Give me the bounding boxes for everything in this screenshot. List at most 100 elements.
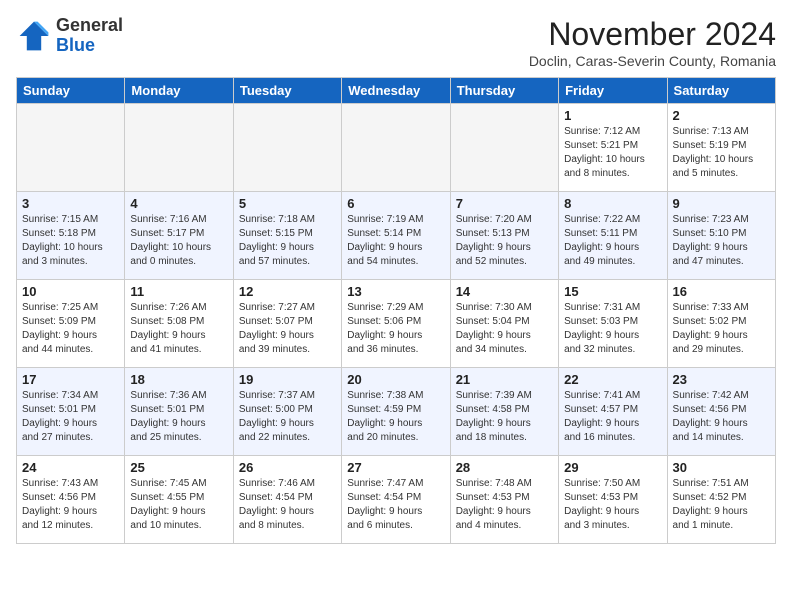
day-number: 6: [347, 196, 444, 211]
day-number: 20: [347, 372, 444, 387]
day-info: Sunrise: 7:39 AM Sunset: 4:58 PM Dayligh…: [456, 389, 553, 445]
calendar-table: SundayMondayTuesdayWednesdayThursdayFrid…: [16, 77, 776, 544]
calendar-day-cell: 29Sunrise: 7:50 AM Sunset: 4:53 PM Dayli…: [559, 456, 667, 544]
page-header: General Blue November 2024 Doclin, Caras…: [16, 16, 776, 69]
day-info: Sunrise: 7:22 AM Sunset: 5:11 PM Dayligh…: [564, 213, 661, 269]
calendar-day-cell: 24 Sunrise: 7:43 AM Sunset: 4:56 PM Dayli…: [17, 456, 125, 544]
day-info: Sunrise: 7:36 AM Sunset: 5:01 PM Dayligh…: [130, 389, 227, 445]
day-info: Sunrise: 7:20 AM Sunset: 5:13 PM Dayligh…: [456, 213, 553, 269]
day-number: 9: [673, 196, 770, 211]
calendar-week-row: 24 Sunrise: 7:43 AM Sunset: 4:56 PM Dayli…: [17, 456, 776, 544]
day-number: 29: [564, 460, 661, 475]
day-info: Sunrise: 7:42 AM Sunset: 4:56 PM Dayligh…: [673, 389, 770, 445]
title-block: November 2024 Doclin, Caras-Severin Coun…: [529, 16, 776, 69]
day-info: Sunrise: 7:51 AM Sunset: 4:52 PM Dayligh…: [673, 477, 770, 533]
logo-icon: [16, 18, 52, 54]
calendar-day-cell: 16Sunrise: 7:33 AM Sunset: 5:02 PM Dayli…: [667, 280, 775, 368]
day-number: 2: [673, 108, 770, 123]
calendar-day-cell: 9 Sunrise: 7:23 AM Sunset: 5:10 PM Daylig…: [667, 192, 775, 280]
weekday-header: Wednesday: [342, 78, 450, 104]
day-number: 1: [564, 108, 661, 123]
day-number: 18: [130, 372, 227, 387]
weekday-header: Monday: [125, 78, 233, 104]
calendar-week-row: 10 Sunrise: 7:25 AM Sunset: 5:09 PM Dayli…: [17, 280, 776, 368]
calendar-day-cell: 26Sunrise: 7:46 AM Sunset: 4:54 PM Dayli…: [233, 456, 341, 544]
day-number: 11: [130, 284, 227, 299]
day-number: 22: [564, 372, 661, 387]
day-info: Sunrise: 7:38 AM Sunset: 4:59 PM Dayligh…: [347, 389, 444, 445]
calendar-day-cell: 15 Sunrise: 7:31 AM Sunset: 5:03 PM Dayli…: [559, 280, 667, 368]
calendar-day-cell: 22 Sunrise: 7:41 AM Sunset: 4:57 PM Dayli…: [559, 368, 667, 456]
calendar-day-cell: 17Sunrise: 7:34 AM Sunset: 5:01 PM Dayli…: [17, 368, 125, 456]
day-number: 26: [239, 460, 336, 475]
day-number: 23: [673, 372, 770, 387]
day-number: 17: [22, 372, 119, 387]
day-info: Sunrise: 7:48 AM Sunset: 4:53 PM Dayligh…: [456, 477, 553, 533]
calendar-day-cell: [233, 104, 341, 192]
calendar-day-cell: 25 Sunrise: 7:45 AM Sunset: 4:55 PM Dayli…: [125, 456, 233, 544]
calendar-day-cell: 11 Sunrise: 7:26 AM Sunset: 5:08 PM Dayli…: [125, 280, 233, 368]
calendar-day-cell: 28 Sunrise: 7:48 AM Sunset: 4:53 PM Dayli…: [450, 456, 558, 544]
day-info: Sunrise: 7:41 AM Sunset: 4:57 PM Dayligh…: [564, 389, 661, 445]
calendar-day-cell: 10 Sunrise: 7:25 AM Sunset: 5:09 PM Dayli…: [17, 280, 125, 368]
calendar-day-cell: 21 Sunrise: 7:39 AM Sunset: 4:58 PM Dayli…: [450, 368, 558, 456]
weekday-header: Saturday: [667, 78, 775, 104]
day-number: 3: [22, 196, 119, 211]
calendar-day-cell: 3 Sunrise: 7:15 AM Sunset: 5:18 PM Daylig…: [17, 192, 125, 280]
day-number: 28: [456, 460, 553, 475]
calendar-week-row: 3 Sunrise: 7:15 AM Sunset: 5:18 PM Daylig…: [17, 192, 776, 280]
day-number: 14: [456, 284, 553, 299]
day-number: 24: [22, 460, 119, 475]
day-info: Sunrise: 7:43 AM Sunset: 4:56 PM Dayligh…: [22, 477, 119, 533]
day-info: Sunrise: 7:15 AM Sunset: 5:18 PM Dayligh…: [22, 213, 119, 269]
calendar-day-cell: 30Sunrise: 7:51 AM Sunset: 4:52 PM Dayli…: [667, 456, 775, 544]
calendar-day-cell: [125, 104, 233, 192]
calendar-week-row: 17Sunrise: 7:34 AM Sunset: 5:01 PM Dayli…: [17, 368, 776, 456]
calendar-day-cell: [342, 104, 450, 192]
day-info: Sunrise: 7:23 AM Sunset: 5:10 PM Dayligh…: [673, 213, 770, 269]
weekday-header: Sunday: [17, 78, 125, 104]
day-info: Sunrise: 7:18 AM Sunset: 5:15 PM Dayligh…: [239, 213, 336, 269]
day-number: 8: [564, 196, 661, 211]
calendar-day-cell: 6 Sunrise: 7:19 AM Sunset: 5:14 PM Daylig…: [342, 192, 450, 280]
day-info: Sunrise: 7:37 AM Sunset: 5:00 PM Dayligh…: [239, 389, 336, 445]
day-number: 10: [22, 284, 119, 299]
calendar-day-cell: 14 Sunrise: 7:30 AM Sunset: 5:04 PM Dayli…: [450, 280, 558, 368]
day-info: Sunrise: 7:27 AM Sunset: 5:07 PM Dayligh…: [239, 301, 336, 357]
day-info: Sunrise: 7:19 AM Sunset: 5:14 PM Dayligh…: [347, 213, 444, 269]
day-number: 19: [239, 372, 336, 387]
calendar-day-cell: 12Sunrise: 7:27 AM Sunset: 5:07 PM Dayli…: [233, 280, 341, 368]
day-info: Sunrise: 7:31 AM Sunset: 5:03 PM Dayligh…: [564, 301, 661, 357]
day-number: 7: [456, 196, 553, 211]
weekday-header: Thursday: [450, 78, 558, 104]
weekday-header: Tuesday: [233, 78, 341, 104]
weekday-header: Friday: [559, 78, 667, 104]
day-info: Sunrise: 7:47 AM Sunset: 4:54 PM Dayligh…: [347, 477, 444, 533]
day-number: 25: [130, 460, 227, 475]
day-info: Sunrise: 7:16 AM Sunset: 5:17 PM Dayligh…: [130, 213, 227, 269]
month-title: November 2024: [529, 16, 776, 53]
calendar-day-cell: 2 Sunrise: 7:13 AM Sunset: 5:19 PM Daylig…: [667, 104, 775, 192]
logo-text: General Blue: [56, 16, 123, 56]
day-number: 5: [239, 196, 336, 211]
day-info: Sunrise: 7:45 AM Sunset: 4:55 PM Dayligh…: [130, 477, 227, 533]
day-info: Sunrise: 7:26 AM Sunset: 5:08 PM Dayligh…: [130, 301, 227, 357]
calendar-day-cell: 18 Sunrise: 7:36 AM Sunset: 5:01 PM Dayli…: [125, 368, 233, 456]
location-title: Doclin, Caras-Severin County, Romania: [529, 53, 776, 69]
day-number: 15: [564, 284, 661, 299]
day-info: Sunrise: 7:29 AM Sunset: 5:06 PM Dayligh…: [347, 301, 444, 357]
logo: General Blue: [16, 16, 123, 56]
calendar-day-cell: 23 Sunrise: 7:42 AM Sunset: 4:56 PM Dayli…: [667, 368, 775, 456]
calendar-day-cell: 8 Sunrise: 7:22 AM Sunset: 5:11 PM Daylig…: [559, 192, 667, 280]
day-info: Sunrise: 7:13 AM Sunset: 5:19 PM Dayligh…: [673, 125, 770, 181]
calendar-day-cell: [450, 104, 558, 192]
calendar-day-cell: 7 Sunrise: 7:20 AM Sunset: 5:13 PM Daylig…: [450, 192, 558, 280]
day-number: 21: [456, 372, 553, 387]
calendar-day-cell: 19 Sunrise: 7:37 AM Sunset: 5:00 PM Dayli…: [233, 368, 341, 456]
day-info: Sunrise: 7:30 AM Sunset: 5:04 PM Dayligh…: [456, 301, 553, 357]
calendar-day-cell: [17, 104, 125, 192]
day-info: Sunrise: 7:25 AM Sunset: 5:09 PM Dayligh…: [22, 301, 119, 357]
calendar-day-cell: 27Sunrise: 7:47 AM Sunset: 4:54 PM Dayli…: [342, 456, 450, 544]
day-number: 4: [130, 196, 227, 211]
calendar-day-cell: 13Sunrise: 7:29 AM Sunset: 5:06 PM Dayli…: [342, 280, 450, 368]
